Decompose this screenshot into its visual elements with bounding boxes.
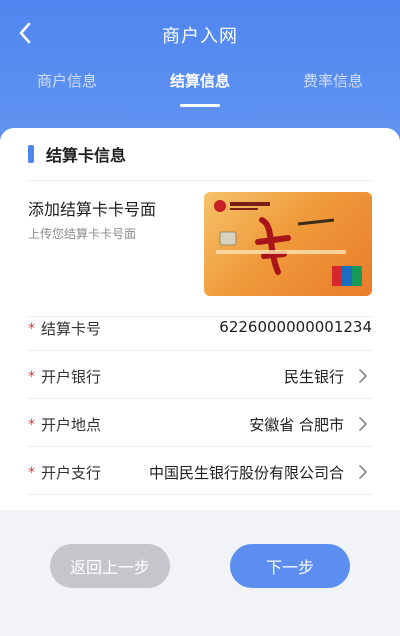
card-number-value: 6226000000001234 [219, 318, 372, 336]
required-mark: * [28, 320, 35, 337]
tab-settlement-info[interactable]: 结算信息 [145, 70, 255, 91]
bank-card-image[interactable] [204, 192, 372, 296]
page-title: 商户入网 [162, 26, 238, 47]
chevron-right-icon [359, 417, 367, 431]
field-branch[interactable]: * 开户支行 中国民生银行股份有限公司合 [28, 448, 372, 496]
field-card-number[interactable]: * 结算卡号 6226000000001234 [28, 304, 372, 352]
section-title: 结算卡信息 [46, 146, 127, 165]
required-mark: * [28, 416, 35, 433]
divider [28, 350, 372, 351]
field-label: 开户支行 [41, 464, 102, 482]
tab-rate-info[interactable]: 费率信息 [278, 70, 388, 91]
required-mark: * [28, 368, 35, 385]
field-label: 结算卡号 [41, 320, 102, 338]
field-bank-location[interactable]: * 开户地点 安徽省 合肥市 [28, 400, 372, 448]
bank-card-illustration [214, 200, 362, 286]
tab-merchant-info[interactable]: 商户信息 [12, 70, 122, 91]
field-label: 开户地点 [41, 416, 102, 434]
divider [28, 446, 372, 447]
previous-step-button[interactable]: 返回上一步 [50, 544, 170, 588]
chevron-right-icon [359, 369, 367, 383]
next-step-button[interactable]: 下一步 [230, 544, 350, 588]
divider [28, 180, 372, 181]
section-header: 结算卡信息 [28, 142, 126, 166]
section-accent-bar [28, 145, 34, 163]
upload-title: 添加结算卡卡号面 [28, 200, 157, 219]
required-mark: * [28, 464, 35, 481]
footer-actions: 返回上一步 下一步 [0, 510, 400, 636]
field-bank[interactable]: * 开户银行 民生银行 [28, 352, 372, 400]
active-tab-indicator [180, 104, 220, 107]
field-label: 开户银行 [41, 368, 102, 386]
divider [28, 494, 372, 495]
settlement-card-panel: 结算卡信息 添加结算卡卡号面 上传您结算卡卡号面 * 结算卡号 62260000… [0, 128, 400, 510]
location-value: 安徽省 合肥市 [249, 416, 344, 434]
bank-value: 民生银行 [283, 368, 344, 386]
divider [28, 398, 372, 399]
upload-subtitle: 上传您结算卡卡号面 [28, 227, 137, 241]
chevron-right-icon [359, 465, 367, 479]
branch-value: 中国民生银行股份有限公司合 [148, 464, 344, 482]
